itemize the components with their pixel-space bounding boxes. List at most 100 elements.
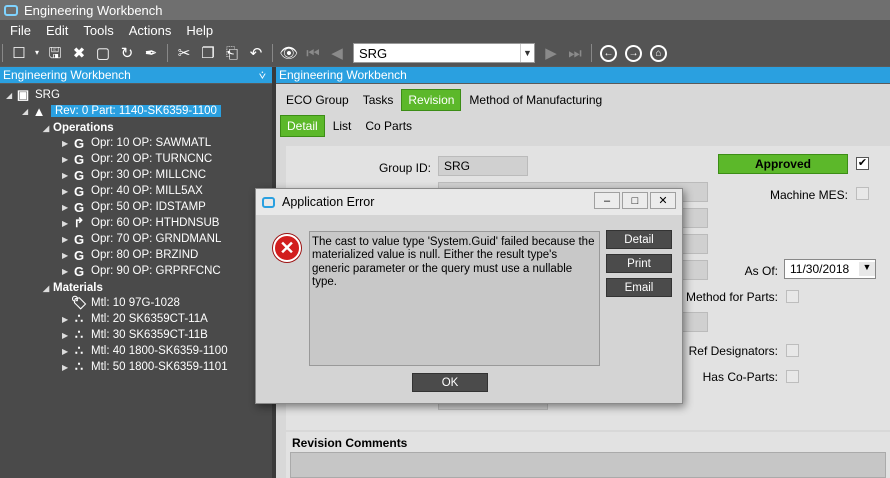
last-record-icon[interactable]: ⏭ [565, 43, 585, 63]
menu-actions[interactable]: Actions [119, 23, 177, 38]
expand-icon[interactable]: ▶ [62, 203, 72, 212]
machine-mes-checkbox[interactable] [856, 187, 869, 200]
error-message: The cast to value type 'System.Guid' fai… [309, 231, 600, 366]
tree-operation-label: Opr: 20 OP: TURNCNC [91, 153, 213, 165]
tree-operation-item[interactable]: ▶ G Opr: 70 OP: GRNDMANL [62, 231, 221, 247]
tree-operation-label: Opr: 10 OP: SAWMATL [91, 137, 212, 149]
refresh-icon[interactable]: ↻ [117, 43, 137, 63]
expand-icon[interactable]: ▶ [62, 267, 72, 276]
toolbar-separator [591, 44, 592, 62]
expand-icon[interactable]: ▶ [62, 331, 72, 340]
tree-root[interactable]: ◢ ▣ SRG [6, 87, 60, 103]
expand-icon[interactable]: ◢ [43, 284, 53, 293]
undo-icon[interactable]: ↶ [246, 43, 266, 63]
as-of-date-value: 11/30/2018 [790, 262, 850, 276]
method-for-parts-checkbox[interactable] [786, 290, 799, 303]
expand-icon[interactable]: ▶ [62, 155, 72, 164]
tree-material-label: Mtl: 40 1800-SK6359-1100 [91, 345, 228, 357]
minimize-icon[interactable]: – [594, 192, 620, 209]
tab-list[interactable]: List [327, 116, 358, 136]
next-record-icon[interactable]: ▶ [541, 43, 561, 63]
tab-tasks[interactable]: Tasks [357, 90, 400, 110]
detail-button[interactable]: Detail [606, 230, 672, 249]
paste-icon[interactable]: ⎗ [222, 43, 242, 63]
previous-record-icon[interactable]: ◀ [327, 43, 347, 63]
brush-icon[interactable]: ✒ [141, 43, 161, 63]
tree-operation-item[interactable]: ▶ G Opr: 90 OP: GRPRFCNC [62, 263, 221, 279]
tree-operation-item[interactable]: ▶ G Opr: 80 OP: BRZIND [62, 247, 198, 263]
expand-icon[interactable]: ▶ [62, 171, 72, 180]
left-panel-title: Engineering Workbench [3, 68, 131, 82]
pin-icon[interactable]: ⩒ [259, 68, 272, 83]
print-button[interactable]: Print [606, 254, 672, 273]
group-id-field[interactable]: SRG [438, 156, 528, 176]
tree-operation-item[interactable]: ▶ G Opr: 10 OP: SAWMATL [62, 135, 211, 151]
tree-material-item[interactable]: ▶ ∴ Mtl: 40 1800-SK6359-1100 [62, 343, 228, 359]
first-record-icon[interactable]: ⏮ [303, 43, 323, 63]
approved-checkbox[interactable]: ✔ [856, 157, 869, 170]
tree-operation-item[interactable]: ▶ G Opr: 30 OP: MILLCNC [62, 167, 206, 183]
tree-material-item[interactable]: ▶ ∴ Mtl: 30 SK6359CT-11B [62, 327, 208, 343]
clear-icon[interactable]: ▢ [93, 43, 113, 63]
expand-icon[interactable]: ▶ [62, 187, 72, 196]
expand-icon[interactable]: ▶ [62, 219, 72, 228]
tree-materials[interactable]: ◢ Materials [43, 280, 103, 296]
back-icon[interactable]: ← [600, 44, 617, 62]
machine-mes-label: Machine MES: [769, 188, 848, 202]
delete-icon[interactable]: ✖ [69, 43, 89, 63]
tab-method-of-manufacturing[interactable]: Method of Manufacturing [463, 90, 608, 110]
menu-edit[interactable]: Edit [36, 23, 73, 38]
ref-designators-checkbox[interactable] [786, 344, 799, 357]
has-co-parts-checkbox[interactable] [786, 370, 799, 383]
chevron-down-icon[interactable]: ▼ [520, 44, 534, 62]
expand-icon[interactable]: ◢ [6, 91, 16, 100]
new-dropdown-icon[interactable]: ▾ [33, 43, 41, 63]
tab-co-parts[interactable]: Co Parts [359, 116, 418, 136]
save-icon[interactable]: 🖫 [45, 43, 65, 63]
tree-operation-label: Opr: 60 OP: HTHDNSUB [91, 217, 220, 229]
tree-material-item[interactable]: ▶ ∴ Mtl: 50 1800-SK6359-1101 [62, 359, 228, 375]
assembly-icon: ∴ [74, 343, 84, 358]
tree-operation-item[interactable]: ▶ G Opr: 20 OP: TURNCNC [62, 151, 212, 167]
toolbar-separator [167, 44, 168, 62]
new-icon[interactable]: ☐ [9, 43, 29, 63]
expand-icon[interactable]: ▶ [62, 139, 72, 148]
record-combo[interactable]: SRG ▼ [353, 43, 535, 63]
tree-operation-item[interactable]: ▶ G Opr: 40 OP: MILL5AX [62, 183, 203, 199]
tree-operations[interactable]: ◢ Operations [43, 120, 114, 136]
expand-icon[interactable]: ▶ [62, 235, 72, 244]
expand-icon[interactable]: ▶ [62, 315, 72, 324]
expand-icon[interactable]: ▶ [62, 347, 72, 356]
tree-operation-item[interactable]: ▶ ↱ Opr: 60 OP: HTHDNSUB [62, 215, 219, 231]
tab-eco-group[interactable]: ECO Group [280, 90, 355, 110]
forward-icon[interactable]: → [625, 44, 642, 62]
tab-detail[interactable]: Detail [280, 115, 325, 137]
tree-material-item[interactable]: 🏷 Mtl: 10 97G-1028 [71, 295, 180, 311]
home-icon[interactable]: ⌂ [650, 44, 667, 62]
menu-help[interactable]: Help [176, 23, 218, 38]
email-button[interactable]: Email [606, 278, 672, 297]
menu-file[interactable]: File [0, 23, 36, 38]
expand-icon[interactable]: ◢ [22, 107, 32, 116]
tree-panel: ◢ ▣ SRG ◢ ▲ Rev: 0 Part: 1140-SK6359-110… [0, 84, 272, 478]
tree-operation-item[interactable]: ▶ G Opr: 50 OP: IDSTAMP [62, 199, 206, 215]
calendar-dropdown-icon[interactable]: ▼ [859, 262, 875, 276]
close-icon[interactable]: ✕ [650, 192, 676, 209]
subcontract-operation-icon: ↱ [73, 215, 85, 230]
expand-icon[interactable]: ▶ [62, 363, 72, 372]
expand-icon[interactable]: ▶ [62, 251, 72, 260]
maximize-icon[interactable]: □ [622, 192, 648, 209]
menu-tools[interactable]: Tools [73, 23, 118, 38]
tab-revision[interactable]: Revision [401, 89, 462, 111]
expand-icon[interactable]: ◢ [43, 124, 53, 133]
tree-revision[interactable]: ◢ ▲ Rev: 0 Part: 1140-SK6359-1100 [22, 103, 221, 119]
cut-icon[interactable]: ✂ [174, 43, 194, 63]
revision-comments-field[interactable] [290, 452, 886, 478]
as-of-date-field[interactable]: 11/30/2018 ▼ [784, 259, 876, 279]
ok-button[interactable]: OK [412, 373, 488, 392]
copy-icon[interactable]: ❐ [198, 43, 218, 63]
tree-material-item[interactable]: ▶ ∴ Mtl: 20 SK6359CT-11A [62, 311, 208, 327]
binoculars-icon[interactable]: 👁 [279, 43, 299, 63]
tree-materials-label: Materials [53, 282, 103, 294]
tree-operation-label: Opr: 40 OP: MILL5AX [91, 185, 203, 197]
